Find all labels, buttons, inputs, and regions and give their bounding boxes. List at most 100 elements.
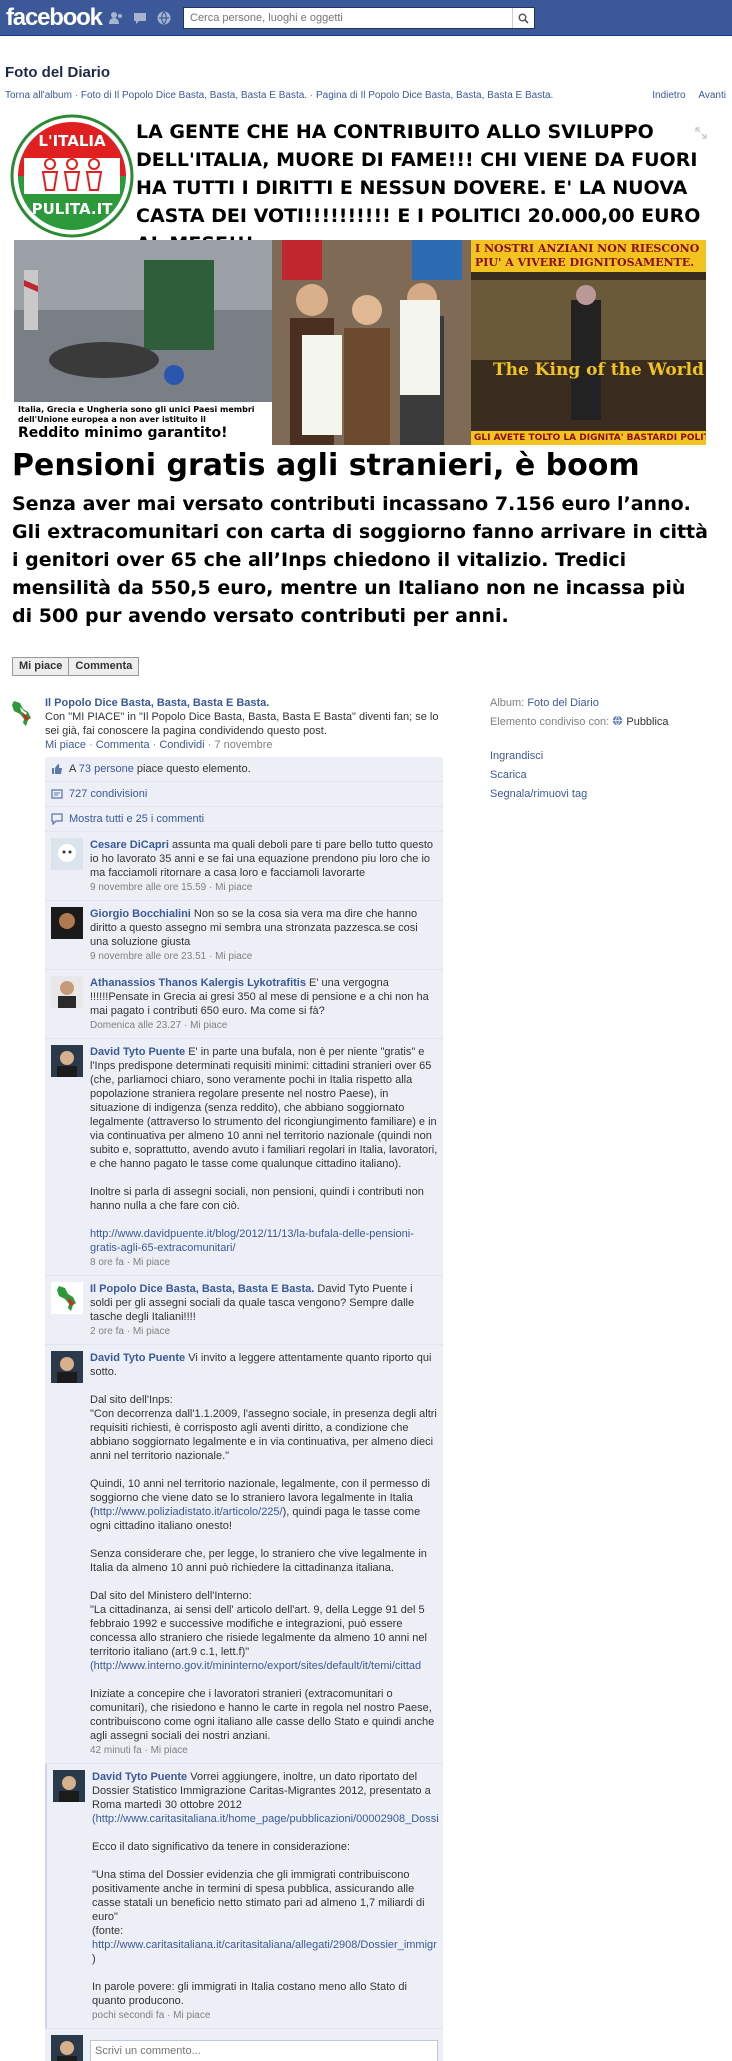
comments-icon [51, 813, 63, 825]
photo-comment-button[interactable]: Commenta [69, 657, 140, 676]
current-user-avatar [51, 2035, 83, 2061]
elderly-photo-right: I NOSTRI ANZIANI NON RIESCONO PIU' A VIV… [471, 240, 706, 445]
comment-paragraph: Iniziate a concepire che i lavoratori st… [90, 1688, 435, 1742]
comment-item: Giorgio Bocchialini Non so se la cosa si… [45, 901, 443, 970]
download-link[interactable]: Scarica [490, 768, 720, 782]
post-like-link[interactable]: Mi piace [45, 739, 86, 751]
commenter-avatar[interactable] [51, 907, 83, 939]
comment-url-link[interactable]: http://www.poliziadistato.it/articolo/22… [94, 1506, 283, 1518]
commenter-avatar[interactable] [51, 1282, 83, 1314]
commenter-avatar[interactable] [51, 1351, 83, 1383]
write-comment-row [45, 2029, 443, 2061]
previous-photo-link[interactable]: Indietro [652, 90, 685, 101]
friend-requests-icon[interactable] [108, 10, 124, 26]
comment-paragraph: Ecco il dato significativo da tenere in … [92, 1841, 351, 1853]
protest-photo-middle [272, 240, 471, 445]
comment-url-link[interactable]: (http://www.caritasitaliana.it/home_page… [92, 1812, 439, 1826]
banner-text: LA GENTE CHE HA CONTRIBUITO ALLO SVILUPP… [136, 121, 701, 255]
reddito-caption-small: Italia, Grecia e Ungheria sono gli unici… [18, 405, 255, 424]
page-name-link[interactable]: Il Popolo Dice Basta, Basta, Basta E Bas… [45, 696, 445, 710]
commenter-avatar[interactable] [51, 838, 83, 870]
article-headline: Pensioni gratis agli stranieri, è boom [12, 448, 640, 483]
shares-link[interactable]: 727 condivisioni [69, 788, 147, 800]
globe-icon [613, 715, 623, 726]
comment-time: pochi secondi fa [92, 2010, 165, 2021]
photo-pager: Indietro Avanti [642, 90, 726, 101]
next-photo-link[interactable]: Avanti [698, 90, 726, 101]
comment-text: E' in parte una bufala, non è per niente… [90, 1046, 438, 1170]
protest-photo-left: Italia, Grecia e Ungheria sono gli unici… [14, 240, 272, 445]
privacy-value: Pubblica [626, 716, 669, 728]
comment-author[interactable]: Giorgio Bocchialini [90, 908, 191, 920]
search-icon [518, 13, 529, 24]
comment-url-link[interactable]: http://www.davidpuente.it/blog/2012/11/1… [90, 1227, 438, 1255]
show-all-comments-link[interactable]: Mostra tutti e 25 i commenti [69, 813, 204, 825]
comment-time: 2 ore fa [90, 1326, 124, 1337]
comment-url-link[interactable]: (http://www.interno.gov.it/mininterno/ex… [90, 1659, 438, 1673]
king-of-world-caption: The King of the World [493, 360, 705, 380]
comment-author[interactable]: Il Popolo Dice Basta, Basta, Basta E Bas… [90, 1283, 314, 1295]
page-title: Foto del Diario [5, 64, 110, 81]
comment-paragraph: "Una stima del Dossier evidenzia che gli… [92, 1869, 425, 1937]
page-link[interactable]: Pagina di Il Popolo Dice Basta, Basta, B… [316, 90, 553, 101]
comment-like-link[interactable]: Mi piace [133, 1326, 170, 1337]
notifications-icon[interactable] [156, 10, 172, 26]
post-date: 7 novembre [214, 739, 273, 751]
search-input[interactable] [184, 8, 512, 28]
album-link[interactable]: Foto del Diario [527, 697, 599, 709]
comment-author[interactable]: David Tyto Puente [90, 1046, 185, 1058]
comment-author[interactable]: David Tyto Puente [92, 1771, 187, 1783]
facebook-logo[interactable]: facebook [6, 4, 103, 32]
commenter-avatar[interactable] [53, 1770, 85, 1802]
post-info: Il Popolo Dice Basta, Basta, Basta E Bas… [45, 696, 445, 752]
comment-like-link[interactable]: Mi piace [173, 2010, 210, 2021]
comment-paragraph: Inoltre si parla di assegni sociali, non… [90, 1186, 424, 1212]
report-tag-link[interactable]: Segnala/rimuovi tag [490, 787, 720, 801]
search-button[interactable] [512, 8, 534, 28]
comment-time: 8 ore fa [90, 1257, 124, 1268]
comment-like-link[interactable]: Mi piace [151, 1745, 188, 1756]
messages-icon[interactable] [132, 10, 148, 26]
enlarge-link[interactable]: Ingrandisci [490, 749, 720, 763]
shares-row: 727 condivisioni [45, 782, 443, 807]
comment-url-link[interactable]: http://www.caritasitaliana.it/caritasita… [92, 1938, 439, 1952]
commenter-avatar[interactable] [51, 976, 83, 1008]
photo-like-button[interactable]: Mi piace [12, 657, 70, 676]
post-comment-link[interactable]: Commenta [96, 739, 150, 751]
expand-icon[interactable] [694, 126, 708, 140]
comment-item: Athanassios Thanos Kalergis Lykotrafitis… [45, 970, 443, 1039]
comment-paragraph: Quindi, 10 anni nel territorio nazionale… [90, 1477, 438, 1533]
photo-action-buttons: Mi piace Commenta [12, 657, 140, 676]
comment-author[interactable]: Cesare DiCapri [90, 839, 169, 851]
protesters-image [272, 240, 471, 445]
likers-link[interactable]: 73 persone [79, 763, 134, 775]
share-icon [51, 789, 63, 799]
back-to-album-link[interactable]: Torna all'album [5, 90, 72, 101]
comment-paragraph-end: ) [92, 1953, 96, 1965]
page-photos-link[interactable]: Foto di Il Popolo Dice Basta, Basta, Bas… [81, 90, 307, 101]
album-row: Album: Foto del Diario [490, 696, 720, 710]
comment-like-link[interactable]: Mi piace [133, 1257, 170, 1268]
comment-author[interactable]: David Tyto Puente [90, 1352, 185, 1364]
photo[interactable]: L'ITALIA PULITA.IT LA GENTE CHE HA CONTR… [6, 108, 714, 696]
likes-row: A 73 persone piace questo elemento. [45, 757, 443, 782]
logo-line2: PULITA.IT [32, 200, 114, 218]
commenter-avatar[interactable] [51, 1045, 83, 1077]
comment-paragraph: In parole povere: gli immigrati in Itali… [92, 1981, 407, 2007]
page-avatar[interactable] [6, 697, 38, 729]
breadcrumb: Torna all'album · Foto di Il Popolo Dice… [5, 90, 554, 101]
reddito-caption: Italia, Grecia e Ungheria sono gli unici… [14, 402, 272, 445]
photo-options: Ingrandisci Scarica Segnala/rimuovi tag [490, 749, 720, 801]
comment-like-link[interactable]: Mi piace [190, 1020, 227, 1031]
post-share-link[interactable]: Condividi [159, 739, 204, 751]
anziani-caption: I NOSTRI ANZIANI NON RIESCONO PIU' A VIV… [471, 240, 706, 272]
comment-time: 9 novembre alle ore 23.51 [90, 951, 207, 962]
comment-like-link[interactable]: Mi piace [215, 882, 252, 893]
write-comment-input[interactable] [90, 2040, 438, 2061]
logo-line1: L'ITALIA [38, 132, 106, 150]
comment-author[interactable]: Athanassios Thanos Kalergis Lykotrafitis [90, 977, 306, 989]
article-subtext: Senza aver mai versato contributi incass… [12, 493, 708, 627]
search-box [183, 7, 535, 29]
comment-like-link[interactable]: Mi piace [215, 951, 252, 962]
comment-item: David Tyto Puente Vi invito a leggere at… [45, 1345, 443, 1764]
